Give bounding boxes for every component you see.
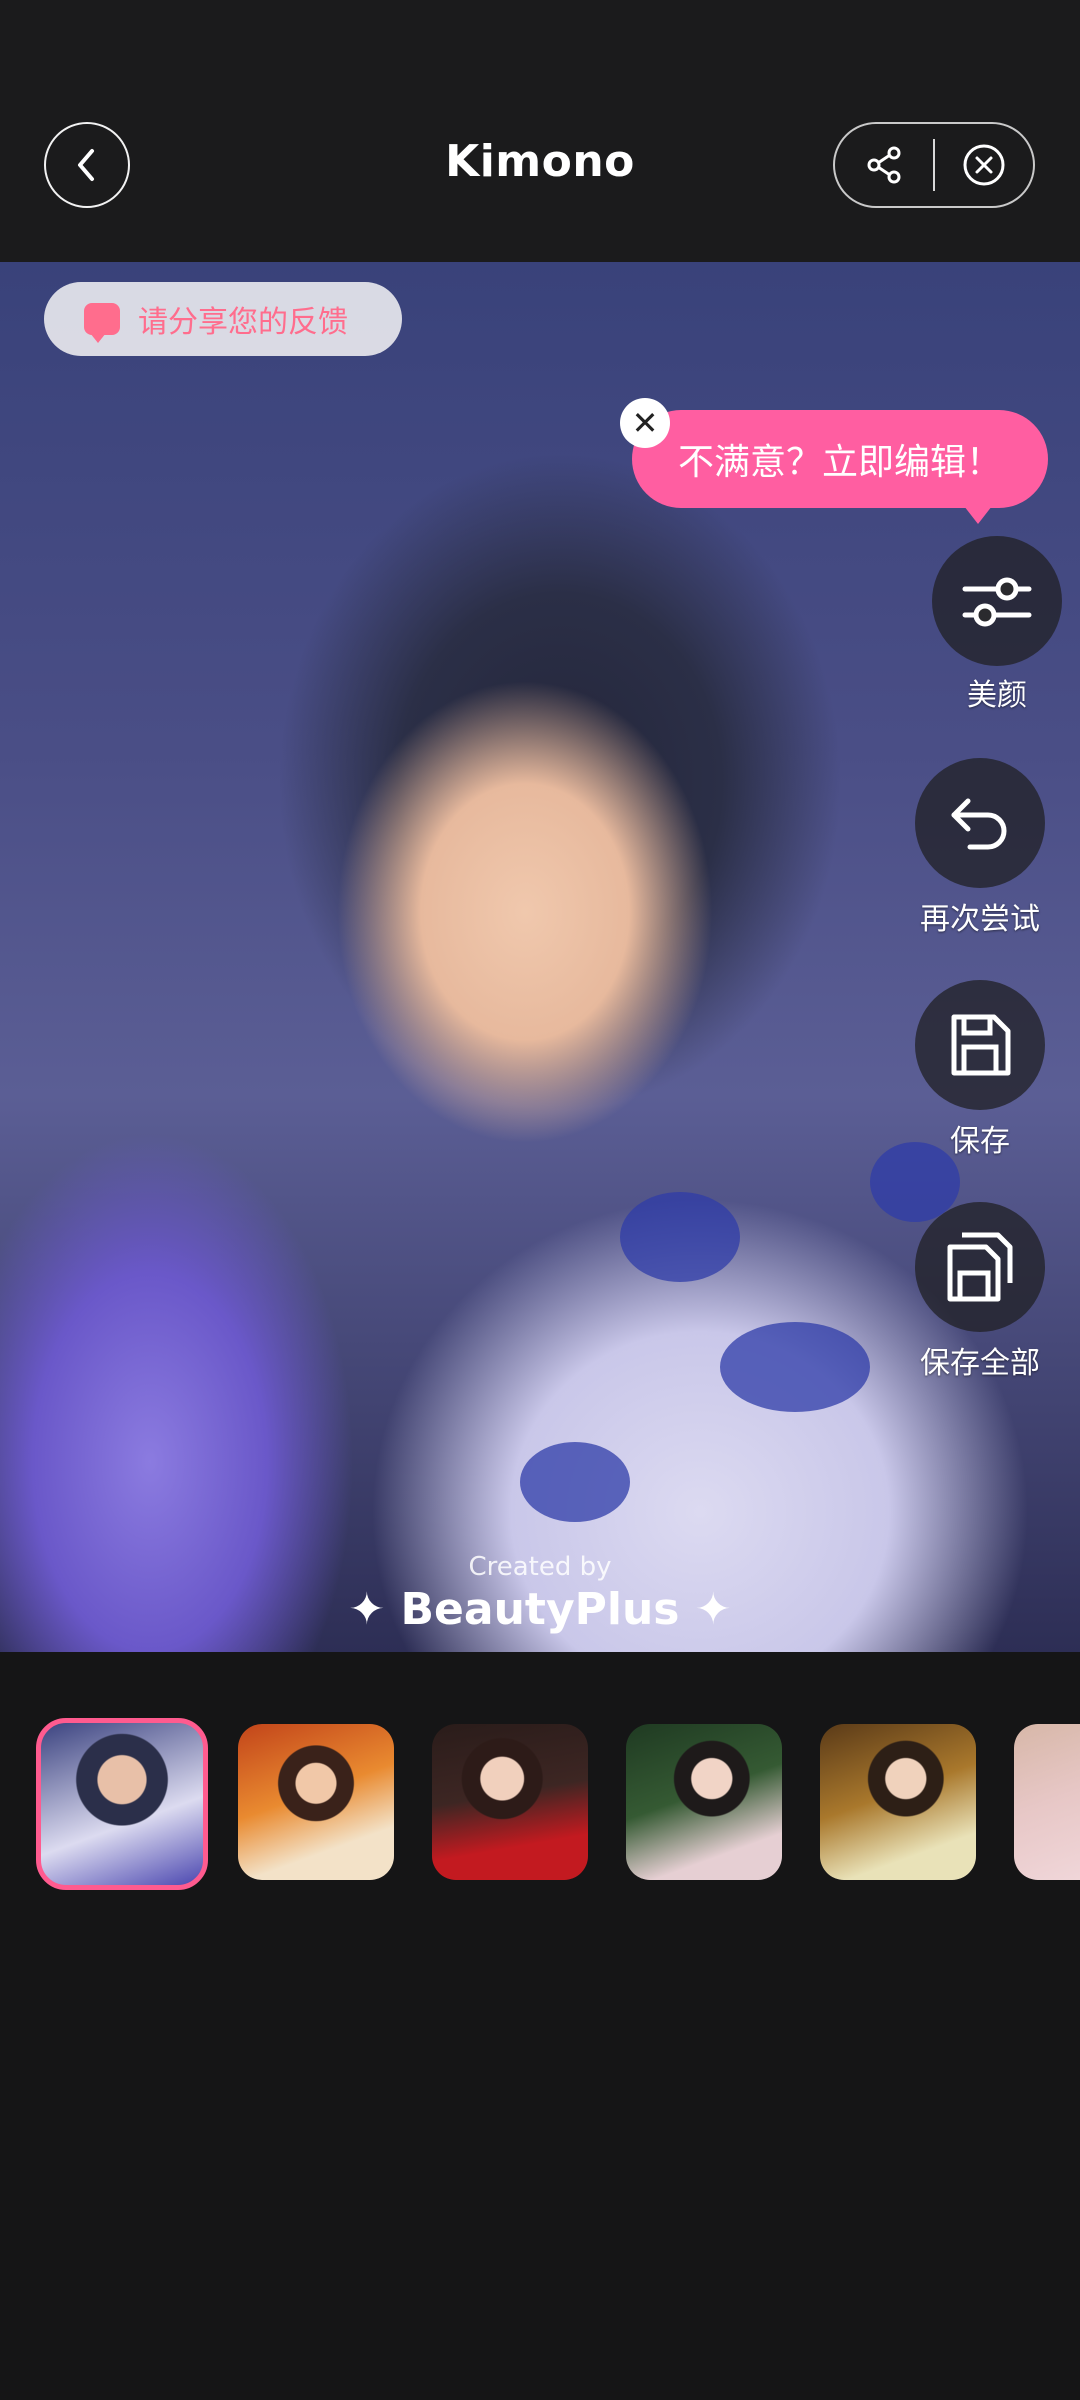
share-icon xyxy=(867,146,901,184)
save-all-icon xyxy=(947,1232,1013,1302)
tooltip-close-button[interactable]: ✕ xyxy=(620,398,670,448)
close-icon: ✕ xyxy=(631,404,659,442)
close-button[interactable] xyxy=(935,124,1033,206)
save-label: 保存 xyxy=(950,1124,1010,1159)
save-button[interactable] xyxy=(915,980,1045,1110)
robe-pattern xyxy=(620,1192,740,1282)
undo-icon xyxy=(951,798,1007,850)
robe-pattern xyxy=(520,1442,630,1522)
thumbnail-autumn[interactable] xyxy=(238,1724,394,1880)
feedback-label: 请分享您的反馈 xyxy=(138,305,348,340)
top-bar: Kimono xyxy=(0,0,1080,262)
share-button[interactable] xyxy=(835,124,933,206)
thumbnail-garden[interactable] xyxy=(626,1724,782,1880)
style-thumbnail-strip xyxy=(36,1718,1080,1894)
feedback-button[interactable]: 请分享您的反馈 xyxy=(44,282,402,356)
header-actions xyxy=(833,122,1035,208)
tooltip-text: 不满意？立即编辑！ xyxy=(677,442,1002,483)
thumbnail-kimono-blue[interactable] xyxy=(36,1718,208,1890)
watermark-created-by: Created by xyxy=(468,1552,612,1582)
retry-button[interactable] xyxy=(915,758,1045,888)
watermark-brand: ✦ BeautyPlus ✦ xyxy=(348,1584,732,1635)
thumbnail-red-kimono[interactable] xyxy=(432,1724,588,1880)
save-all-button[interactable] xyxy=(915,1202,1045,1332)
save-icon xyxy=(951,1014,1011,1076)
close-circle-icon xyxy=(963,144,1005,186)
beauty-label: 美颜 xyxy=(967,678,1027,713)
beauty-button[interactable] xyxy=(932,536,1062,666)
save-all-label: 保存全部 xyxy=(920,1346,1040,1381)
chat-bubble-icon xyxy=(84,303,120,343)
thumbnail-wooden[interactable] xyxy=(820,1724,976,1880)
retry-label: 再次尝试 xyxy=(920,902,1040,937)
sliders-icon xyxy=(962,577,1032,627)
robe-pattern xyxy=(720,1322,870,1412)
thumbnail-partial[interactable] xyxy=(1014,1724,1080,1880)
edit-tooltip[interactable]: 不满意？立即编辑！ xyxy=(632,410,1048,524)
